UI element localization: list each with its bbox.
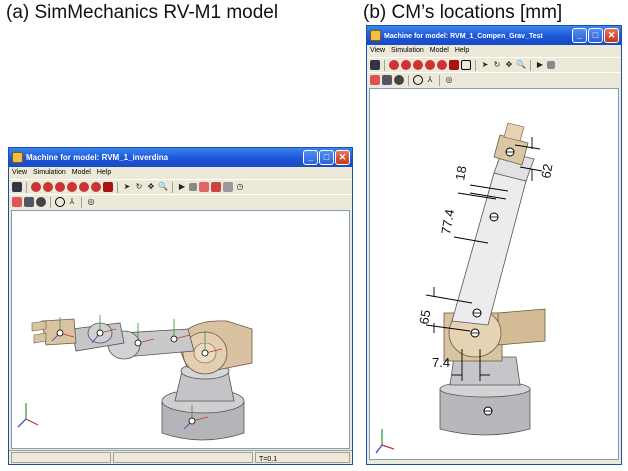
save-icon[interactable] — [370, 60, 380, 70]
stop-icon[interactable] — [189, 183, 197, 191]
view-front-icon[interactable] — [389, 60, 399, 70]
view-right-icon[interactable] — [425, 60, 435, 70]
cg-marker-icon[interactable] — [413, 75, 423, 85]
window-b-titlebar[interactable]: Machine for model: RVM_1_Compen_Grav_Tes… — [367, 26, 621, 45]
menu-simulation[interactable]: Simulation — [33, 167, 66, 179]
window-a-title: Machine for model: RVM_1_inverdina — [26, 153, 169, 162]
view-iso-icon[interactable] — [103, 182, 113, 192]
menu-model[interactable]: Model — [430, 45, 449, 57]
view-top-icon[interactable] — [437, 60, 447, 70]
robot-model-view-a — [17, 315, 253, 441]
save-icon[interactable] — [12, 182, 22, 192]
frames-icon[interactable]: ⅄ — [425, 75, 435, 85]
menu-view[interactable]: View — [12, 167, 27, 179]
settings-icon[interactable]: ◎ — [444, 75, 454, 85]
bodies-icon[interactable] — [370, 75, 380, 85]
close-button[interactable]: ✕ — [604, 28, 619, 43]
window-b-toolbar-2: ⅄ ◎ — [367, 72, 621, 87]
rotate-icon[interactable]: ↻ — [492, 60, 502, 70]
maximize-button[interactable]: □ — [588, 28, 603, 43]
ellipsoid-icon[interactable] — [36, 197, 46, 207]
view-left-icon[interactable] — [413, 60, 423, 70]
pan-icon[interactable]: ✥ — [146, 182, 156, 192]
menu-help[interactable]: Help — [97, 167, 111, 179]
close-button[interactable]: ✕ — [335, 150, 350, 165]
view-back-icon[interactable] — [43, 182, 53, 192]
cylinder-icon[interactable] — [24, 197, 34, 207]
cylinder-icon[interactable] — [382, 75, 392, 85]
window-a-viewport[interactable] — [11, 210, 350, 449]
view-back-icon[interactable] — [401, 60, 411, 70]
view-bottom-icon[interactable] — [449, 60, 459, 70]
status-time: T=0.1 — [255, 452, 350, 463]
frames-icon[interactable]: ⅄ — [67, 197, 77, 207]
play-icon[interactable]: ▶ — [535, 60, 545, 70]
window-a-titlebar[interactable]: Machine for model: RVM_1_inverdina _ □ ✕ — [9, 148, 352, 167]
window-b-menubar: View Simulation Model Help — [367, 45, 621, 57]
window-a-statusbar: T=0.1 — [9, 450, 352, 464]
maximize-button[interactable]: □ — [319, 150, 334, 165]
window-a-toolbar-2: ⅄ ◎ — [9, 194, 352, 209]
settings-icon[interactable]: ◎ — [86, 197, 96, 207]
view-bottom-icon[interactable] — [91, 182, 101, 192]
timer-icon[interactable]: ◷ — [235, 182, 245, 192]
matlab-icon — [12, 152, 23, 163]
menu-model[interactable]: Model — [72, 167, 91, 179]
select-arrow-icon[interactable]: ➤ — [122, 182, 132, 192]
caption-a: (a) SimMechanics RV-M1 model — [6, 2, 279, 23]
caption-b: (b) CM’s locations [mm] — [363, 2, 563, 23]
minimize-button[interactable]: _ — [572, 28, 587, 43]
snapshot-icon[interactable] — [223, 182, 233, 192]
zoom-icon[interactable]: 🔍 — [516, 60, 526, 70]
menu-help[interactable]: Help — [455, 45, 469, 57]
grid-icon[interactable] — [211, 182, 221, 192]
world-axes-icon — [17, 403, 39, 428]
machine-window-a: Machine for model: RVM_1_inverdina _ □ ✕… — [8, 147, 353, 465]
matlab-icon — [370, 30, 381, 41]
view-left-icon[interactable] — [55, 182, 65, 192]
view-iso-icon[interactable] — [461, 60, 471, 70]
record-icon[interactable] — [199, 182, 209, 192]
dim-label-7-4: 7.4 — [432, 355, 450, 370]
window-b-viewport[interactable]: 18 62 77.4 65 7.4 — [369, 88, 619, 460]
minimize-button[interactable]: _ — [303, 150, 318, 165]
dim-label-62: 62 — [538, 163, 555, 180]
window-a-menubar: View Simulation Model Help — [9, 167, 352, 179]
dim-label-77-4: 77.4 — [438, 208, 457, 236]
view-top-icon[interactable] — [79, 182, 89, 192]
robot-model-view-b: 18 62 77.4 65 7.4 — [375, 122, 555, 454]
dim-label-65: 65 — [416, 309, 433, 326]
cg-marker-icon[interactable] — [55, 197, 65, 207]
world-axes-icon — [375, 429, 395, 454]
machine-window-b: Machine for model: RVM_1_Compen_Grav_Tes… — [366, 25, 622, 465]
pan-icon[interactable]: ✥ — [504, 60, 514, 70]
menu-view[interactable]: View — [370, 45, 385, 57]
menu-simulation[interactable]: Simulation — [391, 45, 424, 57]
select-arrow-icon[interactable]: ➤ — [480, 60, 490, 70]
view-front-icon[interactable] — [31, 182, 41, 192]
window-a-toolbar-1: ➤ ↻ ✥ 🔍 ▶ ◷ — [9, 179, 352, 194]
window-b-title: Machine for model: RVM_1_Compen_Grav_Tes… — [384, 33, 543, 40]
play-icon[interactable]: ▶ — [177, 182, 187, 192]
dim-label-18: 18 — [452, 165, 469, 182]
view-right-icon[interactable] — [67, 182, 77, 192]
zoom-icon[interactable]: 🔍 — [158, 182, 168, 192]
bodies-icon[interactable] — [12, 197, 22, 207]
stop-icon[interactable] — [547, 61, 555, 69]
window-b-toolbar-1: ➤ ↻ ✥ 🔍 ▶ — [367, 57, 621, 72]
rotate-icon[interactable]: ↻ — [134, 182, 144, 192]
ellipsoid-icon[interactable] — [394, 75, 404, 85]
